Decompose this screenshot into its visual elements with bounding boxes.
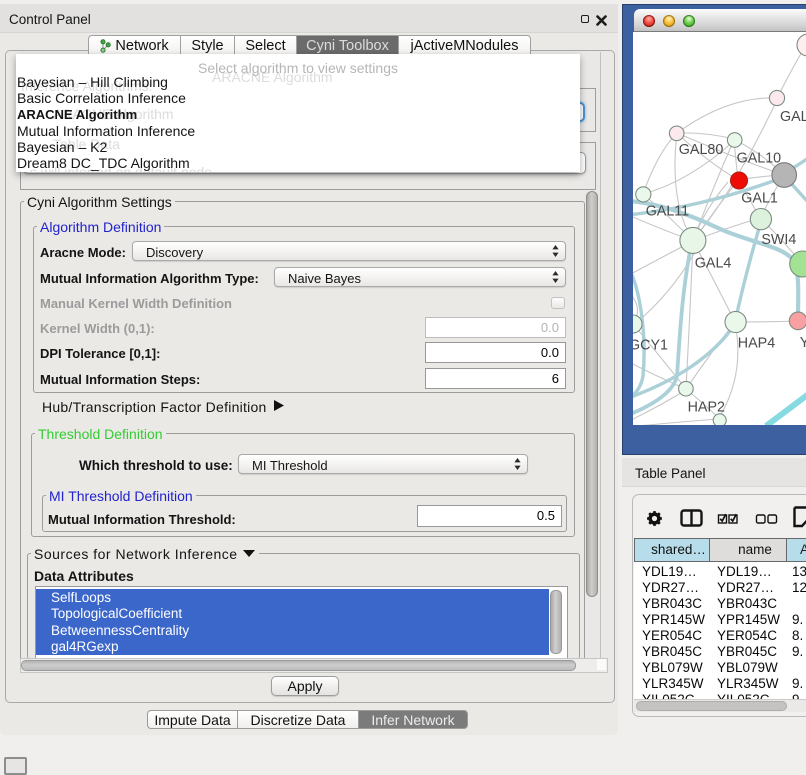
svg-text:GAL10: GAL10 [737, 151, 782, 167]
svg-text:HAP4: HAP4 [738, 335, 775, 351]
svg-text:GAL11: GAL11 [646, 204, 689, 220]
svg-text:GAL1: GAL1 [741, 191, 778, 207]
svg-text:GCY1: GCY1 [633, 338, 668, 354]
svg-text:HAP2: HAP2 [688, 400, 725, 416]
svg-text:GAL7: GAL7 [780, 109, 806, 125]
svg-text:GAL4: GAL4 [695, 256, 732, 272]
svg-text:Y: Y [800, 335, 806, 351]
svg-text:GAL80: GAL80 [679, 142, 724, 158]
svg-text:SWI4: SWI4 [761, 232, 796, 248]
